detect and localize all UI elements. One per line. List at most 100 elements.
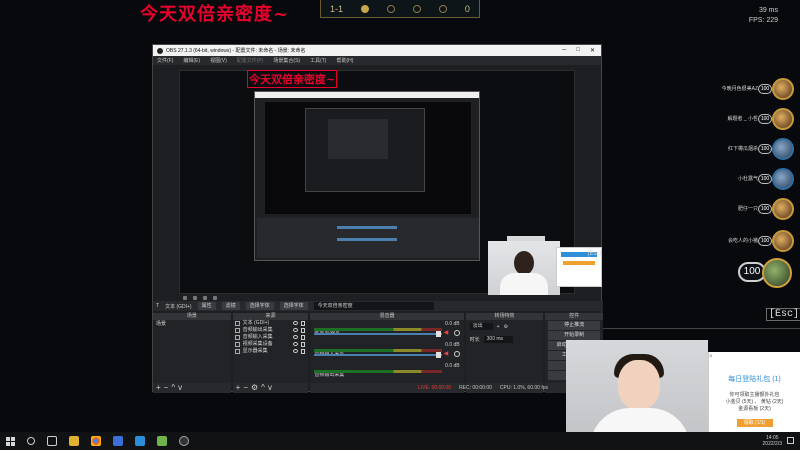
- obs-titlebar[interactable]: OBS 27.1.3 (64-bit, windows) - 配置文件: 未命名…: [153, 45, 601, 56]
- preview-ctrl-icon[interactable]: [183, 296, 187, 300]
- volume-meter: [314, 349, 443, 352]
- text-value-field[interactable]: 今天双倍亲密度: [313, 302, 434, 310]
- lock-icon[interactable]: [301, 349, 306, 354]
- file-explorer-icon[interactable]: [69, 436, 79, 446]
- player-hp: 100: [758, 114, 772, 124]
- scenes-list: 场景: [153, 320, 231, 383]
- preview-ctrl-icon[interactable]: [203, 296, 207, 300]
- source-item-label: 音频输入采集: [242, 334, 273, 340]
- start-recording-button[interactable]: 开始录制: [548, 331, 601, 340]
- add-icon[interactable]: +: [156, 383, 164, 392]
- visibility-icon[interactable]: [293, 328, 299, 332]
- player-entry[interactable]: 今晚月色很美AZ 100: [700, 78, 800, 102]
- visibility-icon[interactable]: [293, 321, 299, 325]
- player-entry[interactable]: 会吃人的小猪 100: [700, 230, 800, 254]
- menu-tools[interactable]: 工具(T): [310, 57, 326, 64]
- player-name: 今晚月色很美AZ: [721, 86, 758, 92]
- source-item[interactable]: 显示器采集: [233, 348, 309, 355]
- menu-file[interactable]: 文件(F): [157, 57, 173, 64]
- player-entry[interactable]: 肥仔一只 100: [700, 198, 800, 222]
- clock[interactable]: 14:05 2022/2/3: [763, 435, 782, 447]
- gear-icon[interactable]: ⚙: [251, 383, 261, 392]
- menu-profile[interactable]: 配置文件(P): [237, 57, 264, 64]
- player-entry[interactable]: 红下樽瓜烟杀 100: [700, 138, 800, 162]
- monitor-icon: [234, 349, 240, 354]
- preview-webcam: [488, 241, 560, 295]
- up-icon[interactable]: ^: [261, 383, 268, 392]
- player-name: 解题者 _ 小哲: [727, 116, 758, 122]
- gear-icon[interactable]: ⚙: [504, 324, 508, 330]
- maximize-icon[interactable]: □: [576, 47, 580, 54]
- windows-start-icon[interactable]: [6, 436, 15, 446]
- transition-select[interactable]: 淡出: [469, 323, 493, 330]
- duration-input[interactable]: 300 ms: [483, 336, 514, 343]
- obs-preview[interactable]: 今天双倍亲密度~ [Esc]: [179, 70, 602, 295]
- filters-button[interactable]: 滤镜: [221, 302, 240, 310]
- lock-icon[interactable]: [301, 342, 306, 347]
- text-icon: [234, 321, 240, 326]
- esc-button[interactable]: [Esc]: [766, 308, 800, 321]
- select-font-button-2[interactable]: 选择字体: [279, 302, 308, 310]
- app-icon[interactable]: [135, 436, 145, 446]
- down-icon[interactable]: v: [268, 383, 275, 392]
- menu-edit[interactable]: 编辑(E): [183, 57, 200, 64]
- remove-icon[interactable]: −: [243, 383, 251, 392]
- app-icon[interactable]: [157, 436, 167, 446]
- gear-icon[interactable]: [453, 330, 460, 336]
- player-entry[interactable]: 小杜露气 100: [700, 168, 800, 192]
- scene-item[interactable]: 场景: [155, 321, 229, 327]
- text-source-icon: T: [156, 303, 160, 309]
- source-item[interactable]: 视频采集设备: [233, 341, 309, 348]
- notification-icon[interactable]: [787, 437, 794, 444]
- nested-preview-deeper: [305, 108, 425, 192]
- preview-ctrl-icon[interactable]: [193, 296, 197, 300]
- claim-button[interactable]: 领取 (1/1): [736, 419, 773, 427]
- scenes-dock: 场景 场景 +−^v: [153, 313, 231, 393]
- word-icon[interactable]: [113, 436, 123, 446]
- lock-icon[interactable]: [301, 328, 306, 333]
- preview-ctrl-icon[interactable]: [213, 296, 217, 300]
- minimize-icon[interactable]: ─: [562, 47, 566, 54]
- down-icon[interactable]: v: [178, 383, 185, 392]
- player-entry[interactable]: 解题者 _ 小哲 100: [700, 108, 800, 132]
- game-scoreboard: 1-1 0: [320, 0, 480, 18]
- scenes-toolbar: +−^v: [153, 383, 231, 393]
- source-item[interactable]: 音频输入采集: [233, 334, 309, 341]
- stop-streaming-button[interactable]: 停止推流: [548, 321, 601, 330]
- visibility-icon[interactable]: [293, 335, 299, 339]
- lock-icon[interactable]: [301, 335, 306, 340]
- volume-fader[interactable]: [314, 354, 443, 356]
- fader-handle[interactable]: [436, 352, 442, 358]
- menu-help[interactable]: 帮助(H): [336, 57, 353, 64]
- mixer-channel: 麦克风/Aux 0.0 dB ◀: [314, 321, 460, 339]
- mute-icon[interactable]: ◀: [444, 330, 450, 336]
- fader-handle[interactable]: [436, 331, 442, 337]
- visibility-icon[interactable]: [293, 342, 299, 346]
- task-view-icon[interactable]: [47, 436, 57, 446]
- nested-preview-deepest: [328, 119, 388, 159]
- source-item[interactable]: 文本 (GDI+): [233, 320, 309, 327]
- transitions-dock: 转场特效 淡出 + ⚙ 时长 300 ms: [465, 313, 544, 393]
- menu-view[interactable]: 视图(V): [210, 57, 227, 64]
- add-icon[interactable]: +: [497, 324, 500, 330]
- popup-text: 你可领取主播额外礼包 小金贝 (5天) 、 黄钻 (2天) 金源看板 (2天): [709, 392, 800, 413]
- search-icon[interactable]: [27, 437, 35, 445]
- source-item[interactable]: 音频输出采集: [233, 327, 309, 334]
- close-icon[interactable]: ✕: [590, 47, 595, 54]
- player-name: 小杜露气: [737, 176, 758, 182]
- preview-esc-label: [Esc]: [588, 251, 602, 257]
- menu-scene-collection[interactable]: 场景集合(S): [273, 57, 300, 64]
- mute-icon[interactable]: ◀: [444, 351, 450, 357]
- chrome-icon[interactable]: [91, 436, 101, 446]
- obs-icon[interactable]: [179, 436, 189, 446]
- nested-titlebar: [255, 92, 479, 98]
- properties-button[interactable]: 属性: [197, 302, 216, 310]
- mixer-dock-title: 混音器: [310, 313, 464, 320]
- volume-fader[interactable]: [314, 333, 443, 335]
- close-icon[interactable]: ×: [709, 354, 713, 360]
- select-font-button[interactable]: 选择字体: [245, 302, 274, 310]
- player-name: 肥仔一只: [737, 206, 758, 212]
- lock-icon[interactable]: [301, 321, 306, 326]
- visibility-icon[interactable]: [293, 349, 299, 353]
- gear-icon[interactable]: [453, 351, 460, 357]
